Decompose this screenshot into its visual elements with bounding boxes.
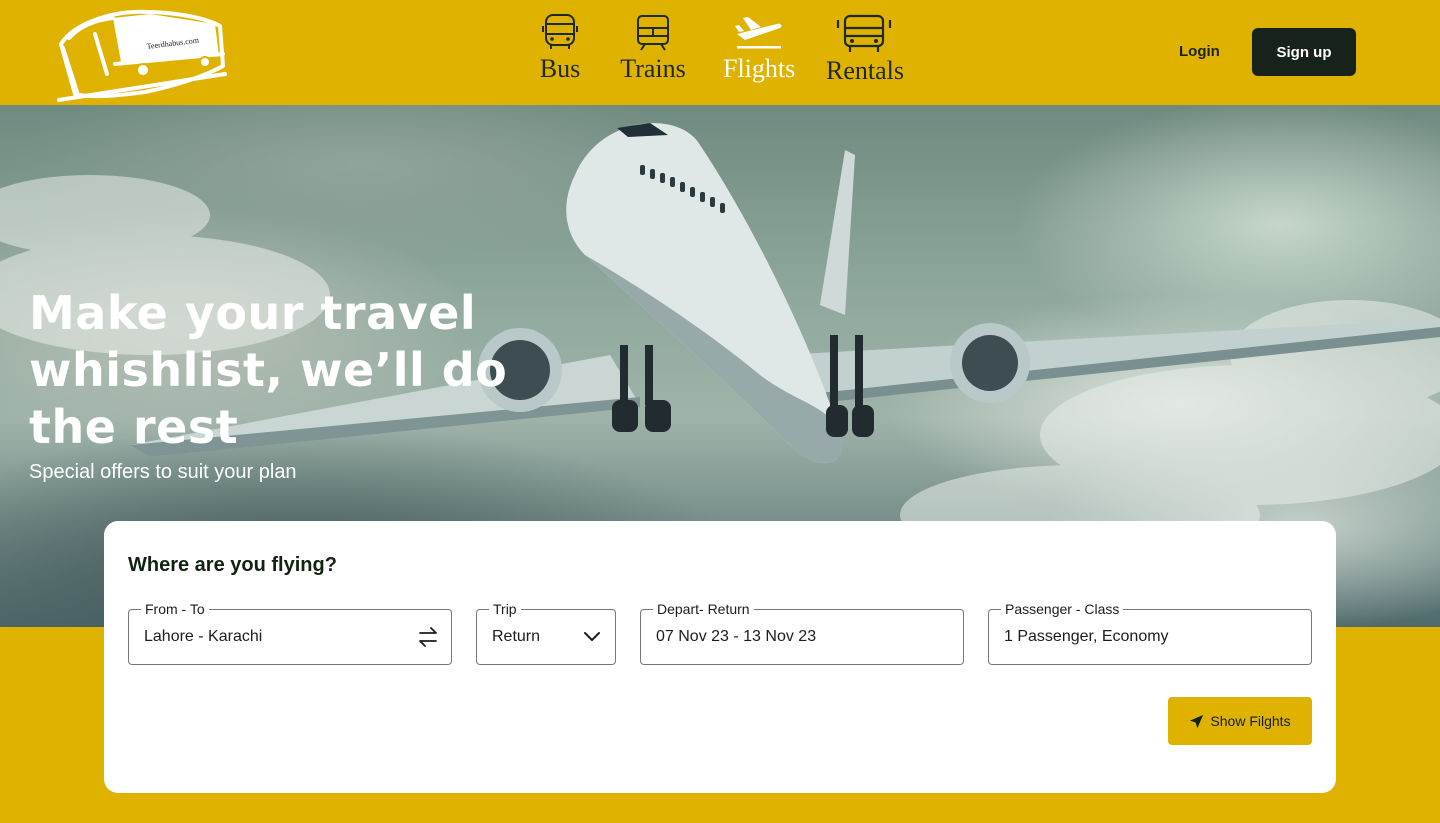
nav-item-rentals[interactable]: Rentals — [826, 12, 904, 85]
car-rental-icon — [836, 14, 892, 52]
trip-value: Return — [492, 628, 541, 645]
from-to-value: Lahore - Karachi — [144, 628, 263, 645]
nav-item-flights[interactable]: Flights — [723, 12, 795, 82]
bus-icon — [542, 14, 578, 49]
signup-button[interactable]: Sign up — [1252, 28, 1356, 76]
passenger-class-field[interactable]: Passenger - Class 1 Passenger, Economy — [988, 601, 1312, 665]
trip-label: Trip — [489, 601, 521, 617]
nav-label-flights: Flights — [723, 54, 796, 83]
swap-icon[interactable] — [417, 625, 439, 654]
passenger-class-value: 1 Passenger, Economy — [1004, 628, 1169, 645]
search-heading: Where are you flying? — [128, 554, 337, 576]
depart-return-value: 07 Nov 23 - 13 Nov 23 — [656, 628, 817, 645]
show-flights-label: Show Filghts — [1210, 713, 1291, 729]
plane-icon — [735, 17, 782, 49]
login-link[interactable]: Login — [1179, 43, 1220, 60]
nav-item-trains[interactable]: Trains — [619, 12, 687, 82]
depart-return-field[interactable]: Depart- Return 07 Nov 23 - 13 Nov 23 — [640, 601, 964, 665]
trip-select[interactable]: Trip Return — [476, 601, 616, 665]
depart-return-label: Depart- Return — [653, 601, 754, 617]
flight-search-card: Where are you flying? From - To Lahore -… — [104, 521, 1336, 793]
from-to-label: From - To — [141, 601, 209, 617]
passenger-class-label: Passenger - Class — [1001, 601, 1124, 617]
site-logo[interactable]: Teerdhabus.com — [55, 4, 230, 104]
show-flights-button[interactable]: Show Filghts — [1168, 697, 1312, 745]
from-to-field[interactable]: From - To Lahore - Karachi — [128, 601, 452, 665]
chevron-down-icon — [582, 627, 602, 652]
hero-title: Make your travel whishlist, we’ll do the… — [29, 286, 508, 454]
nav-item-bus[interactable]: Bus — [536, 12, 584, 82]
nav-label-bus: Bus — [539, 54, 581, 83]
nav-label-rentals: Rentals — [826, 56, 904, 85]
train-icon — [637, 15, 669, 51]
nav-label-trains: Trains — [620, 54, 686, 83]
bus-logo-icon: Teerdhabus.com — [57, 9, 227, 102]
hero-subtitle: Special offers to suit your plan — [29, 461, 297, 483]
paper-plane-icon — [1190, 714, 1204, 728]
top-header: Teerdhabus.com Bus Trains Flights Rental… — [0, 0, 1440, 105]
